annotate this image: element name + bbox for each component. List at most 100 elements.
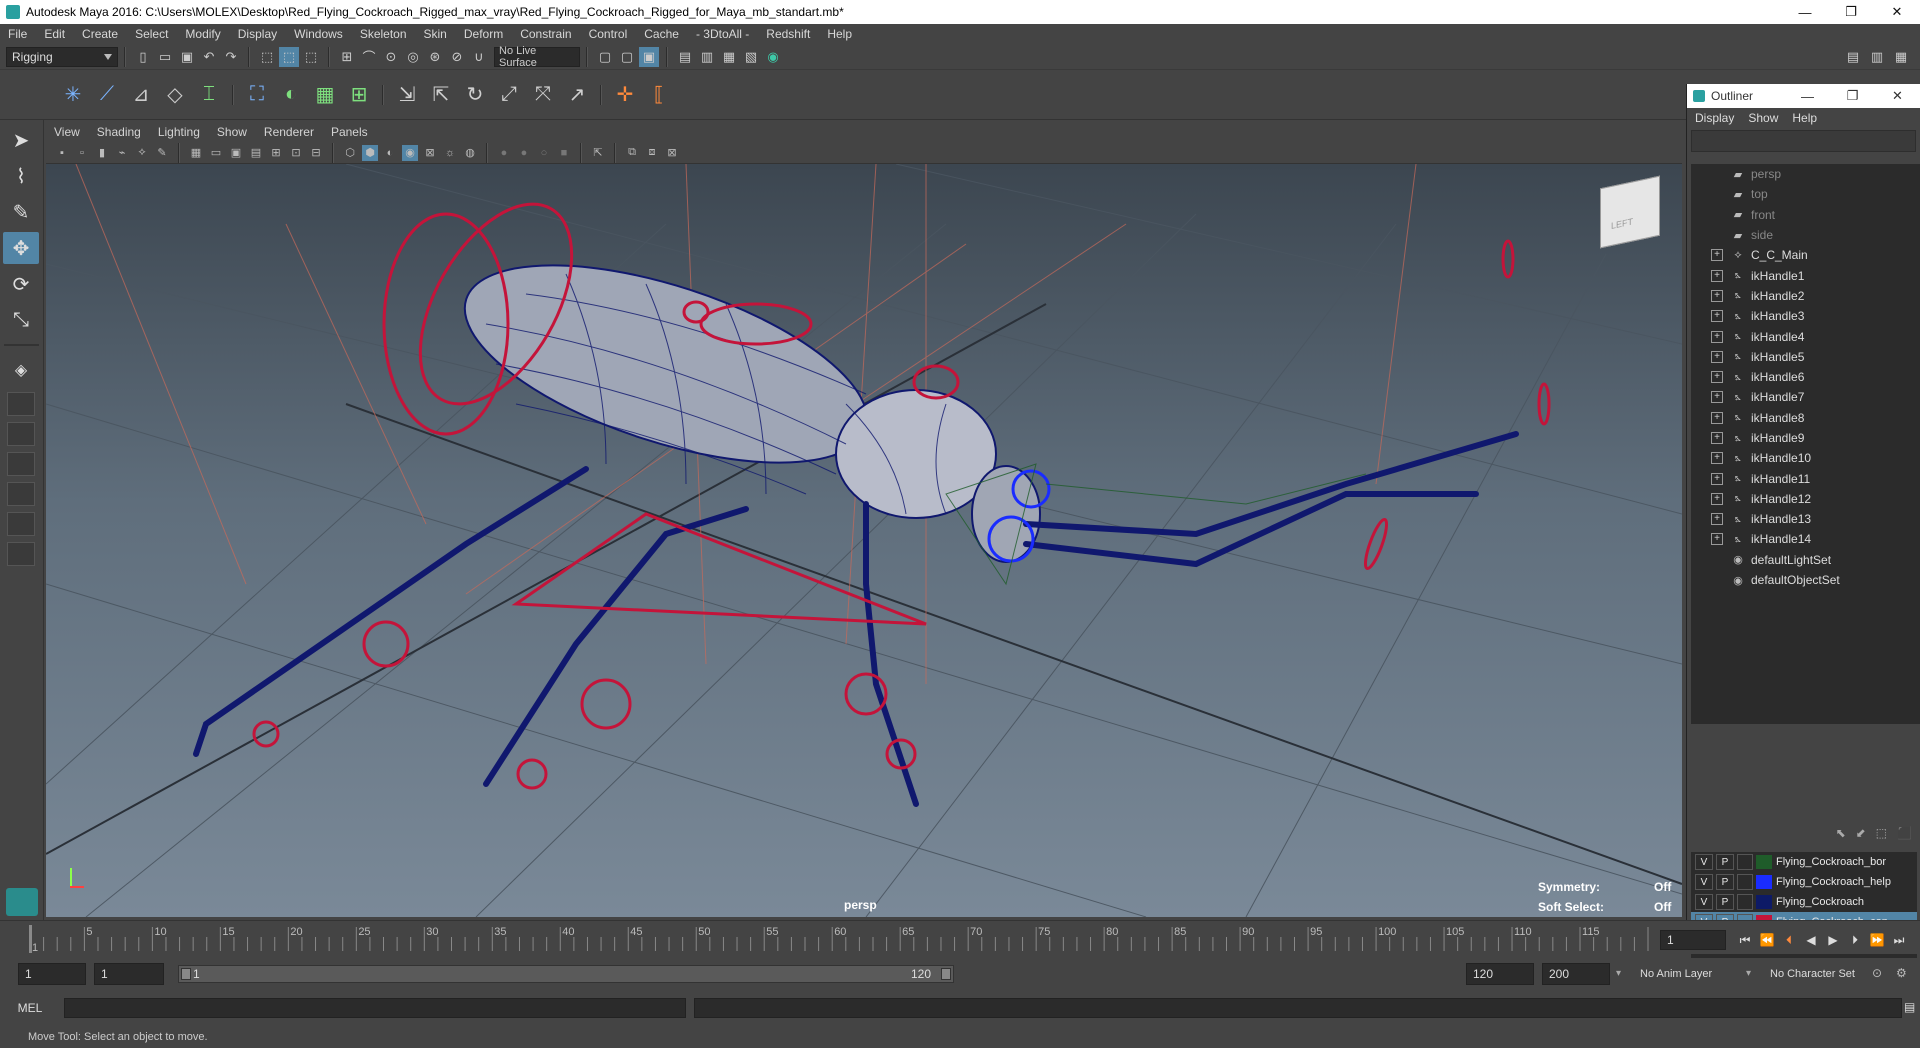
single-perspective-layout-icon[interactable]: ◈: [3, 354, 39, 386]
perspective-viewport[interactable]: LEFT persp Symmetry: Off Soft Select: Of…: [46, 164, 1682, 917]
point-constraint-icon[interactable]: ⇲: [392, 80, 422, 110]
more-layouts-icon[interactable]: [7, 542, 35, 566]
outliner-item[interactable]: + ⦩ ikHandle10: [1691, 448, 1920, 468]
layer-display-type-toggle[interactable]: [1737, 894, 1753, 910]
outliner-item[interactable]: + ⦩ ikHandle7: [1691, 387, 1920, 407]
script-editor-icon[interactable]: ▤: [1904, 1000, 1915, 1014]
panel-menu-view[interactable]: View: [54, 125, 80, 139]
expand-icon[interactable]: +: [1711, 391, 1723, 404]
layer-playback-toggle[interactable]: P: [1716, 874, 1734, 890]
input-ops-icon[interactable]: ▢: [595, 47, 615, 67]
motion-blur-icon[interactable]: ●: [516, 145, 532, 161]
range-end-handle[interactable]: [941, 968, 951, 980]
layer-color-swatch[interactable]: [1756, 855, 1772, 869]
new-layer-selected-icon[interactable]: ⬛: [1897, 826, 1912, 840]
expand-icon[interactable]: +: [1711, 533, 1723, 546]
wireframe-on-shaded-icon[interactable]: ◉: [402, 144, 418, 161]
use-default-material-icon[interactable]: ◐: [382, 145, 398, 161]
layer-row[interactable]: V P Flying_Cockroach_bor: [1691, 852, 1917, 872]
outliner-item[interactable]: ▰ persp: [1691, 164, 1920, 184]
lattice-icon[interactable]: ▦: [310, 80, 340, 110]
play-backwards-icon[interactable]: ◀: [1800, 930, 1822, 950]
outliner-item[interactable]: ▰ top: [1691, 184, 1920, 204]
step-forward-frame-icon[interactable]: ⏵: [1844, 930, 1866, 950]
expand-icon[interactable]: +: [1711, 432, 1723, 444]
layer-color-swatch[interactable]: [1756, 895, 1772, 909]
menu-skeleton[interactable]: Skeleton: [360, 27, 407, 41]
layer-display-type-toggle[interactable]: [1737, 854, 1753, 870]
expand-icon[interactable]: +: [1711, 269, 1723, 282]
preferences-icon[interactable]: ⚙: [1896, 966, 1907, 980]
expand-icon[interactable]: +: [1711, 289, 1723, 302]
menu-modify[interactable]: Modify: [185, 27, 220, 41]
render-view-icon[interactable]: ▤: [675, 47, 695, 67]
go-to-start-icon[interactable]: ⏮: [1734, 930, 1756, 950]
ik-handle-tool-icon[interactable]: ⌶: [194, 80, 224, 110]
xray-joints-icon[interactable]: ⧈: [644, 145, 660, 161]
outliner-item[interactable]: + ⦩ ikHandle5: [1691, 347, 1920, 367]
channel-box-toggle-icon[interactable]: ▥: [1867, 47, 1887, 67]
layer-visibility-toggle[interactable]: V: [1695, 894, 1713, 910]
new-layer-icon[interactable]: ⬚: [1876, 826, 1887, 840]
outliner-item[interactable]: ▰ side: [1691, 225, 1920, 245]
smooth-shade-icon[interactable]: ⬢: [362, 144, 378, 161]
expand-icon[interactable]: +: [1711, 472, 1723, 485]
layer-row[interactable]: V P Flying_Cockroach: [1691, 892, 1917, 912]
current-frame-field[interactable]: 1: [1660, 930, 1726, 950]
play-forwards-icon[interactable]: ▶: [1822, 930, 1844, 950]
custom-layout-icon[interactable]: [7, 512, 35, 536]
orient-joint-icon[interactable]: ◇: [160, 80, 190, 110]
panel-menu-shading[interactable]: Shading: [97, 125, 141, 139]
outliner-item[interactable]: + ⦩ ikHandle12: [1691, 489, 1920, 509]
locator-icon[interactable]: ✛: [610, 80, 640, 110]
menu-create[interactable]: Create: [82, 27, 118, 41]
xray-active-icon[interactable]: ⊠: [664, 145, 680, 161]
layer-row[interactable]: V P Flying_Cockroach_help: [1691, 872, 1917, 892]
isolate-select-icon[interactable]: ⇱: [590, 145, 606, 161]
paint-select-tool-icon[interactable]: ✎: [3, 196, 39, 228]
view-cube[interactable]: LEFT: [1600, 175, 1660, 249]
outliner-maximize-button[interactable]: ❐: [1830, 84, 1875, 108]
resolution-gate-icon[interactable]: ▣: [228, 145, 244, 161]
hypershade-layout-icon[interactable]: [7, 482, 35, 506]
orient-constraint-icon[interactable]: ↻: [460, 80, 490, 110]
select-hierarchy-icon[interactable]: ⬚: [257, 47, 277, 67]
new-scene-icon[interactable]: ▯: [133, 47, 153, 67]
move-tool-icon[interactable]: ✥: [3, 232, 39, 264]
select-object-icon[interactable]: ⬚: [279, 46, 299, 67]
parent-constraint-icon[interactable]: ⤧: [528, 80, 558, 110]
screen-space-ao-icon[interactable]: ●: [496, 145, 512, 161]
safe-action-icon[interactable]: ⊡: [288, 145, 304, 161]
persp-outliner-layout-icon[interactable]: [7, 422, 35, 446]
wireframe-icon[interactable]: ⬡: [342, 145, 358, 161]
outliner-menu-help[interactable]: Help: [1792, 111, 1817, 125]
panel-menu-lighting[interactable]: Lighting: [158, 125, 200, 139]
character-set-dropdown[interactable]: No Character Set: [1762, 963, 1886, 985]
minimize-button[interactable]: —: [1782, 0, 1828, 24]
four-view-layout-icon[interactable]: [7, 392, 35, 416]
output-ops-icon[interactable]: ▢: [617, 47, 637, 67]
multisample-aa-icon[interactable]: ○: [536, 145, 552, 161]
rotate-tool-icon[interactable]: ⟳: [3, 268, 39, 300]
aim-constraint-icon[interactable]: ⇱: [426, 80, 456, 110]
expand-icon[interactable]: +: [1711, 350, 1723, 363]
expand-icon[interactable]: +: [1711, 411, 1723, 424]
snap-curve-icon[interactable]: ⌒: [359, 47, 379, 67]
go-to-end-icon[interactable]: ⏭: [1888, 930, 1910, 950]
expand-icon[interactable]: +: [1711, 492, 1723, 505]
chevron-down-icon[interactable]: ▾: [1746, 968, 1751, 979]
gate-mask-icon[interactable]: ▤: [248, 145, 264, 161]
outliner-item[interactable]: + ⟡ C_C_Main: [1691, 245, 1920, 265]
layer-visibility-toggle[interactable]: V: [1695, 854, 1713, 870]
paint-weights-icon[interactable]: ◐: [276, 80, 306, 110]
select-camera-icon[interactable]: ▪: [54, 145, 70, 161]
animation-start-field[interactable]: 1: [18, 963, 86, 985]
live-surface-field[interactable]: No Live Surface: [494, 45, 580, 69]
shadows-icon[interactable]: ◍: [462, 145, 478, 161]
open-scene-icon[interactable]: ▭: [155, 47, 175, 67]
snap-point-icon[interactable]: ⊙: [381, 47, 401, 67]
grid-toggle-icon[interactable]: ▦: [188, 145, 204, 161]
depth-of-field-icon[interactable]: ■: [556, 145, 572, 161]
two-d-pan-zoom-icon[interactable]: ⟡: [134, 145, 150, 161]
select-tool-icon[interactable]: ➤: [3, 124, 39, 156]
